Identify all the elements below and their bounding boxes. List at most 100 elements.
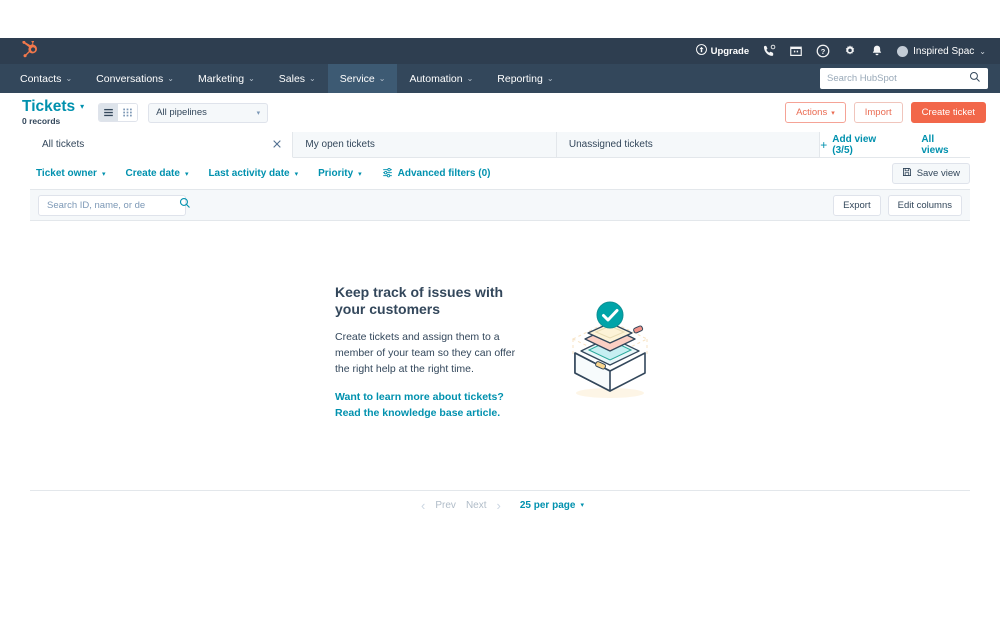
prev-page-button[interactable]: Prev — [430, 500, 461, 511]
view-tab-unassigned-tickets[interactable]: Unassigned tickets — [556, 132, 821, 157]
actions-label: Actions — [796, 107, 828, 118]
chevron-down-icon[interactable]: ▾ — [80, 102, 84, 111]
view-tab-my-open-tickets[interactable]: My open tickets — [293, 132, 557, 157]
pagination: ‹ Prev Next › 25 per page ▾ — [30, 491, 970, 519]
avatar — [897, 45, 909, 57]
save-view-button[interactable]: Save view — [891, 163, 970, 184]
marketplace-icon[interactable] — [789, 44, 803, 58]
actions-button[interactable]: Actions ▾ — [785, 102, 846, 123]
view-tab-links: + Add view (3/5) All views — [820, 132, 970, 157]
view-tab-label: All tickets — [42, 139, 85, 150]
chevron-down-icon: ⌄ — [466, 74, 474, 83]
bell-icon[interactable] — [870, 44, 884, 58]
view-toggle — [98, 103, 139, 122]
save-view-label: Save view — [916, 168, 960, 179]
hubspot-tickets-page: Upgrade ? Inspired Spac ⌄ Contacts ⌄ Con… — [0, 0, 1000, 630]
help-circle-icon[interactable]: ? — [816, 44, 830, 58]
nav-label: Conversations — [96, 72, 164, 85]
nav-label: Service — [339, 72, 375, 85]
filter-ticket-owner[interactable]: Ticket owner ▾ — [36, 168, 105, 179]
header-actions: Actions ▾ Import Create ticket — [785, 102, 986, 123]
filter-label: Priority — [318, 168, 354, 179]
nav-item-service[interactable]: Service ⌄ — [327, 64, 398, 93]
pipeline-select[interactable]: All pipelines ▾ — [148, 102, 269, 123]
advanced-filters-label: Advanced filters (0) — [397, 168, 491, 179]
list-view-icon[interactable] — [99, 104, 119, 121]
search-input[interactable] — [827, 73, 969, 84]
filter-priority[interactable]: Priority ▾ — [318, 168, 362, 179]
utility-actions: Upgrade ? Inspired Spac ⌄ — [695, 44, 986, 58]
nav-label: Contacts — [20, 72, 62, 85]
record-count: 0 records — [22, 116, 61, 127]
table-body: Keep track of issues with your customers… — [30, 221, 970, 491]
search-input[interactable] — [47, 199, 179, 211]
phone-icon[interactable] — [762, 44, 776, 58]
global-search[interactable] — [820, 68, 988, 89]
nav-label: Sales — [278, 72, 306, 85]
nav-item-sales[interactable]: Sales ⌄ — [267, 64, 328, 93]
pipeline-select-value: All pipelines — [156, 107, 207, 118]
view-tab-all-tickets[interactable]: All tickets — [30, 132, 294, 158]
upgrade-label: Upgrade — [710, 45, 750, 57]
empty-state-heading: Keep track of issues with your customers — [335, 284, 504, 318]
gear-icon[interactable] — [843, 44, 857, 58]
nav-item-automation[interactable]: Automation ⌄ — [397, 64, 485, 93]
upgrade-arrow-icon — [695, 44, 707, 58]
close-icon[interactable] — [272, 139, 282, 151]
save-disk-icon — [902, 167, 912, 180]
table-search[interactable] — [38, 194, 190, 216]
title-row: Tickets ▾ — [22, 98, 84, 115]
chevron-down-icon: ▾ — [358, 170, 362, 178]
filter-create-date[interactable]: Create date ▾ — [125, 168, 188, 179]
all-views-link[interactable]: All views — [921, 134, 964, 156]
add-view-button[interactable]: + Add view (3/5) — [820, 134, 899, 156]
import-button[interactable]: Import — [853, 102, 903, 123]
chevron-down-icon: ▾ — [184, 170, 189, 178]
per-page-select[interactable]: 25 per page ▾ — [520, 500, 584, 511]
advanced-filters-button[interactable]: Advanced filters (0) — [382, 167, 491, 181]
chevron-down-icon: ▾ — [256, 109, 261, 117]
chevron-down-icon: ▾ — [101, 170, 106, 178]
svg-text:?: ? — [821, 47, 826, 56]
board-view-icon[interactable] — [118, 104, 138, 121]
table-control-buttons: Export Edit columns — [833, 195, 962, 216]
upgrade-button[interactable]: Upgrade — [695, 44, 750, 58]
hubspot-sprocket-logo[interactable] — [20, 40, 42, 61]
account-menu[interactable]: Inspired Spac ⌄ — [897, 45, 986, 57]
chevron-down-icon: ⌄ — [309, 74, 316, 83]
view-tab-label: My open tickets — [305, 139, 375, 150]
chevron-right-icon[interactable]: › — [492, 498, 506, 513]
tickets-box-check-illustration — [555, 295, 665, 410]
nav-label: Reporting — [497, 72, 543, 85]
next-page-button[interactable]: Next — [461, 500, 492, 511]
chevron-down-icon: ⌄ — [546, 74, 554, 83]
filter-label: Create date — [125, 168, 180, 179]
nav-item-contacts[interactable]: Contacts ⌄ — [0, 64, 84, 93]
search-icon[interactable] — [969, 70, 981, 88]
knowledge-base-link[interactable]: Want to learn more about tickets? Read t… — [335, 390, 525, 420]
create-ticket-button[interactable]: Create ticket — [910, 102, 986, 123]
empty-state-text: Keep track of issues with your customers… — [335, 284, 525, 421]
chevron-down-icon: ▾ — [294, 170, 299, 178]
edit-columns-button[interactable]: Edit columns — [887, 195, 962, 216]
chevron-down-icon: ⌄ — [378, 74, 386, 83]
nav-item-reporting[interactable]: Reporting ⌄ — [485, 64, 565, 93]
view-tabs: All tickets My open tickets Unassigned t… — [30, 132, 970, 158]
title-block: Tickets ▾ 0 records — [22, 98, 84, 127]
filter-last-activity-date[interactable]: Last activity date ▾ — [208, 168, 298, 179]
chevron-left-icon[interactable]: ‹ — [416, 498, 430, 513]
top-whitespace — [0, 0, 1000, 38]
chevron-down-icon: ⌄ — [248, 74, 255, 83]
chevron-down-icon: ⌄ — [167, 74, 174, 83]
nav-item-conversations[interactable]: Conversations ⌄ — [84, 64, 186, 93]
nav-item-marketing[interactable]: Marketing ⌄ — [186, 64, 267, 93]
utility-bar: Upgrade ? Inspired Spac ⌄ — [0, 38, 1000, 64]
search-icon[interactable] — [179, 196, 191, 214]
page-header: Tickets ▾ 0 records All pipelines ▾ Acti… — [0, 93, 1000, 132]
export-button[interactable]: Export — [833, 195, 881, 216]
chevron-down-icon: ▾ — [580, 502, 584, 509]
view-tab-label: Unassigned tickets — [568, 139, 653, 150]
sliders-icon — [382, 167, 393, 181]
page-title[interactable]: Tickets — [22, 98, 75, 115]
table-controls: Export Edit columns — [30, 190, 970, 221]
